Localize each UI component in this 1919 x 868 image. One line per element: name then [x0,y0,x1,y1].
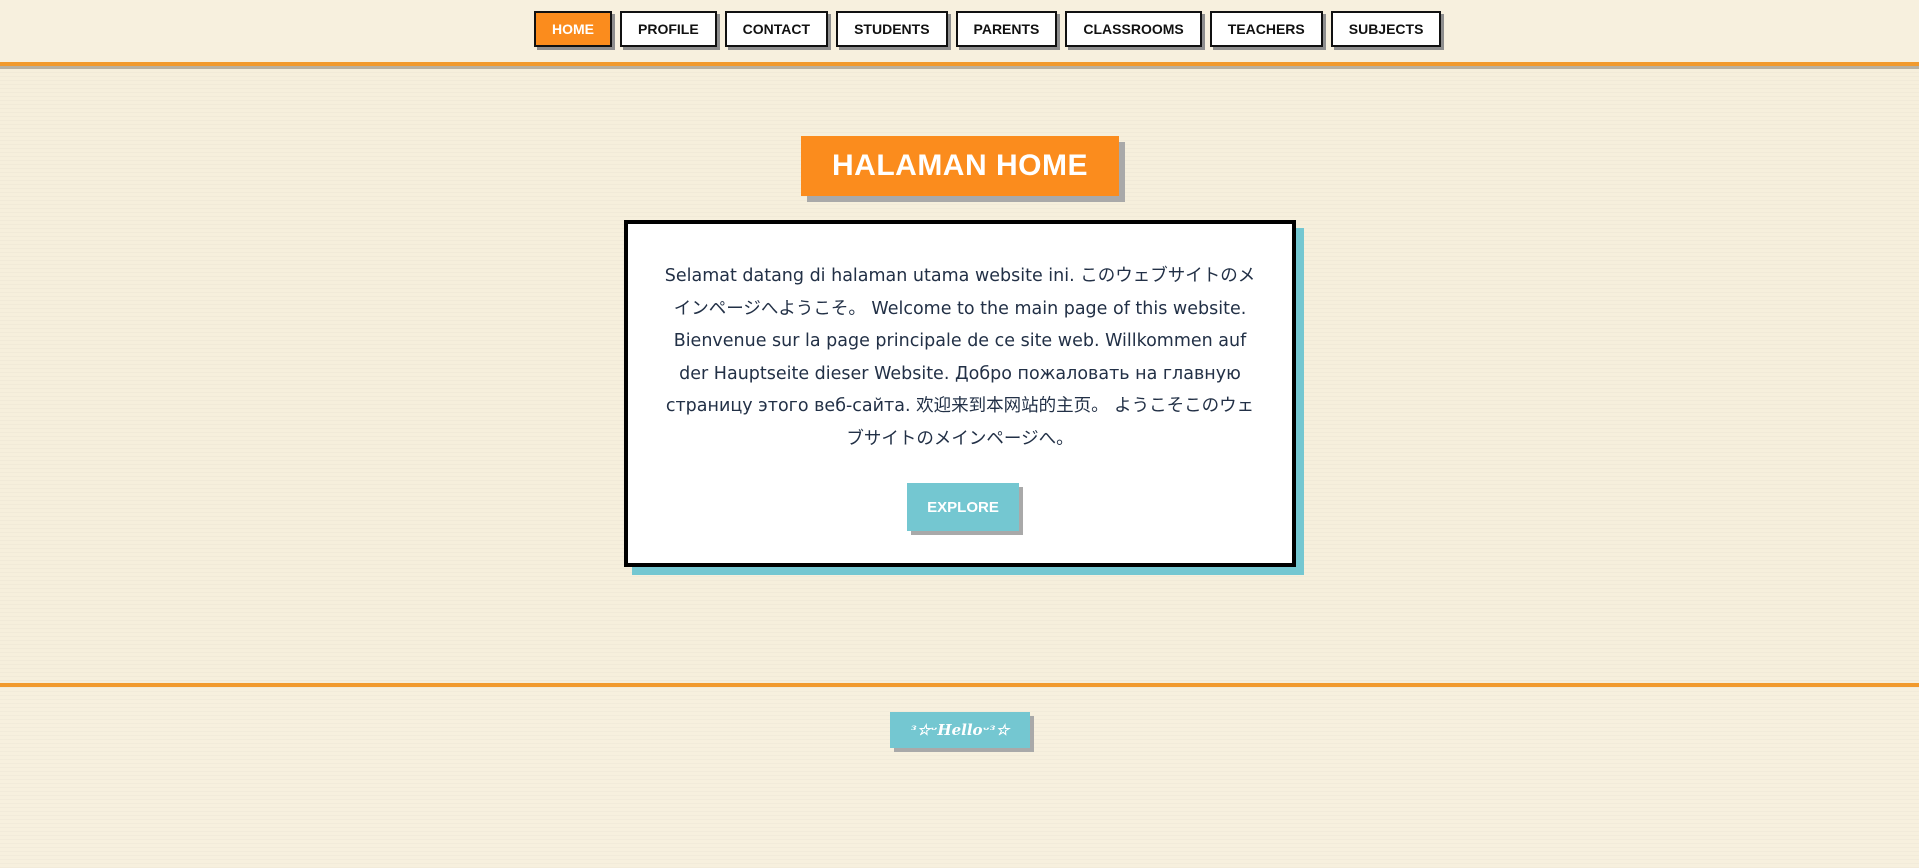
explore-button[interactable]: EXPLORE [907,483,1019,531]
nav-profile-button[interactable]: PROFILE [620,11,717,47]
welcome-text: Selamat datang di halaman utama website … [664,266,1256,449]
nav-contact-button[interactable]: CONTACT [724,11,829,47]
nav-subjects-button[interactable]: SUBJECTS [1330,11,1442,47]
nav-home-button[interactable]: HOME [534,11,612,47]
page-title: HALAMAN HOME [801,136,1119,196]
nav-menu: HOME PROFILE CONTACT STUDENTS PARENTS CL… [534,11,1442,47]
nav-teachers-button[interactable]: TEACHERS [1209,11,1323,47]
nav-students-button[interactable]: STUDENTS [836,11,948,47]
nav-classrooms-button[interactable]: CLASSROOMS [1065,11,1202,47]
welcome-card: Selamat datang di halaman utama website … [624,220,1296,567]
hello-badge: ᵌ☆ᵕHelloᵕᵌ☆ [890,712,1030,748]
nav-parents-button[interactable]: PARENTS [955,11,1058,47]
footer: ᵌ☆ᵕHelloᵕᵌ☆ [0,687,1919,868]
top-navbar: HOME PROFILE CONTACT STUDENTS PARENTS CL… [0,0,1919,66]
